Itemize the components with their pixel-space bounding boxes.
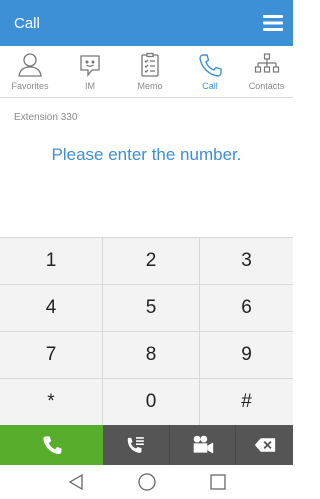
chat-bubble-icon	[80, 55, 100, 77]
tab-label: Contacts	[248, 81, 285, 91]
page-title: Call	[14, 14, 40, 32]
backspace-icon	[254, 438, 275, 452]
org-chart-icon	[254, 53, 279, 73]
number-display: Please enter the number.	[51, 145, 242, 164]
key-7[interactable]: 7	[0, 332, 103, 379]
phone-icon	[42, 436, 61, 455]
key-3[interactable]: 3	[200, 238, 293, 285]
recents-icon[interactable]	[205, 469, 231, 495]
tab-label: Call	[202, 81, 218, 91]
call-history-icon	[127, 437, 144, 453]
tab-im[interactable]: IM	[60, 46, 120, 97]
back-icon[interactable]	[63, 469, 89, 495]
key-2[interactable]: 2	[103, 238, 200, 285]
hamburger-menu-icon[interactable]	[262, 12, 284, 34]
tab-favorites[interactable]: Favorites	[0, 46, 60, 97]
key-5[interactable]: 5	[103, 285, 200, 332]
key-0[interactable]: 0	[103, 379, 200, 426]
tab-label: Memo	[137, 81, 163, 91]
person-icon	[18, 53, 42, 77]
memo-icon	[141, 52, 159, 77]
key-8[interactable]: 8	[103, 332, 200, 379]
tab-bar: Favorites IM Memo Call Contacts	[0, 46, 293, 98]
key-9[interactable]: 9	[200, 332, 293, 379]
key-hash[interactable]: #	[200, 379, 293, 426]
video-call-button[interactable]	[170, 425, 236, 465]
key-1[interactable]: 1	[0, 238, 103, 285]
action-bar	[0, 425, 293, 465]
call-history-button[interactable]	[103, 425, 170, 465]
key-4[interactable]: 4	[0, 285, 103, 332]
tab-memo[interactable]: Memo	[120, 46, 180, 97]
app-header: Call	[0, 0, 293, 46]
backspace-button[interactable]	[236, 425, 293, 465]
system-nav-bar	[0, 465, 293, 499]
call-button[interactable]	[0, 425, 103, 465]
key-6[interactable]: 6	[200, 285, 293, 332]
tab-label: IM	[85, 81, 95, 91]
key-star[interactable]: *	[0, 379, 103, 426]
extension-label: Extension 330	[14, 112, 78, 123]
phone-icon	[199, 54, 222, 77]
video-camera-icon	[193, 435, 213, 454]
tab-contacts[interactable]: Contacts	[240, 46, 293, 97]
home-icon[interactable]	[134, 469, 160, 495]
tab-call[interactable]: Call	[180, 46, 240, 97]
dial-keypad: 1 2 3 4 5 6 7 8 9 * 0 #	[0, 237, 293, 426]
tab-label: Favorites	[11, 81, 49, 91]
